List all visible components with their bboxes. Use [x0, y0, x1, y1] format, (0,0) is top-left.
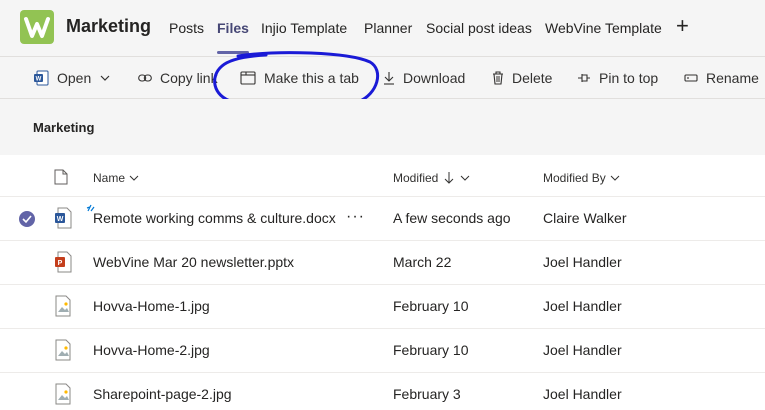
- file-modified: February 3: [393, 386, 461, 402]
- folder-title: Marketing: [33, 120, 95, 135]
- file-modified-by: Joel Handler: [543, 298, 622, 314]
- table-row[interactable]: Sharepoint-page-2.jpg February 3 Joel Ha…: [0, 373, 765, 410]
- file-modified: February 10: [393, 298, 469, 314]
- link-icon: [138, 74, 152, 82]
- svg-text:P: P: [58, 260, 63, 267]
- channel-header: Marketing Posts Files Injio Template Pla…: [0, 0, 765, 57]
- file-name[interactable]: Hovva-Home-2.jpg: [93, 342, 210, 358]
- file-modified: March 22: [393, 254, 452, 270]
- chevron-down-icon: [100, 75, 110, 81]
- download-icon: [384, 72, 394, 85]
- svg-text:W: W: [36, 77, 42, 83]
- download-button[interactable]: Download: [383, 57, 465, 99]
- add-tab-button[interactable]: +: [676, 15, 689, 37]
- file-modified-by: Joel Handler: [543, 386, 622, 402]
- tab-files[interactable]: Files: [217, 20, 249, 54]
- folder-breadcrumb-bar: Marketing: [0, 99, 765, 155]
- file-name[interactable]: WebVine Mar 20 newsletter.pptx: [93, 254, 294, 270]
- file-name[interactable]: Sharepoint-page-2.jpg: [93, 386, 232, 402]
- tab-social-post-ideas[interactable]: Social post ideas: [426, 20, 532, 36]
- delete-label: Delete: [512, 70, 553, 86]
- more-options-button[interactable]: ···: [346, 208, 365, 226]
- rename-icon: [684, 74, 698, 82]
- svg-text:W: W: [57, 216, 64, 223]
- open-label: Open: [57, 70, 92, 86]
- file-type-icon[interactable]: [54, 169, 68, 185]
- tab-webvine-template[interactable]: WebVine Template: [545, 20, 662, 36]
- table-row[interactable]: W Remote working comms & culture.docx ··…: [0, 197, 765, 241]
- image-file-icon: [55, 383, 71, 405]
- open-button[interactable]: W Open: [33, 57, 119, 99]
- table-row[interactable]: P WebVine Mar 20 newsletter.pptx March 2…: [0, 241, 765, 285]
- list-header: Name Modified Modified By: [0, 157, 765, 197]
- column-modified-by[interactable]: Modified By: [543, 171, 620, 185]
- table-row[interactable]: Hovva-Home-2.jpg February 10 Joel Handle…: [0, 329, 765, 373]
- tab-icon: [240, 71, 256, 85]
- table-row[interactable]: Hovva-Home-1.jpg February 10 Joel Handle…: [0, 285, 765, 329]
- file-modified: A few seconds ago: [393, 210, 511, 226]
- webvine-logo-icon: [24, 17, 50, 38]
- pin-to-top-button[interactable]: Pin to top: [577, 57, 658, 99]
- powerpoint-file-icon: P: [55, 251, 72, 273]
- copy-link-label: Copy link: [160, 70, 218, 86]
- column-modified[interactable]: Modified: [393, 171, 470, 185]
- team-name: Marketing: [66, 16, 152, 36]
- column-name[interactable]: Name: [93, 171, 139, 185]
- chevron-down-icon: [461, 175, 470, 181]
- image-file-icon: [55, 295, 71, 317]
- word-icon: W: [34, 70, 49, 86]
- column-modified-label: Modified: [393, 171, 439, 185]
- trash-icon: [493, 71, 503, 85]
- column-name-label: Name: [93, 171, 126, 185]
- copy-link-button[interactable]: Copy link: [138, 57, 218, 99]
- chevron-down-icon: [610, 175, 620, 181]
- file-modified-by: Claire Walker: [543, 210, 627, 226]
- selected-check-icon[interactable]: [19, 211, 35, 227]
- sort-arrow-down-icon: [445, 172, 454, 184]
- tab-planner[interactable]: Planner: [364, 20, 412, 36]
- tab-injio-template[interactable]: Injio Template: [261, 20, 347, 36]
- word-file-icon: W: [55, 207, 72, 229]
- delete-button[interactable]: Delete: [492, 57, 552, 99]
- file-name[interactable]: Hovva-Home-1.jpg: [93, 298, 210, 314]
- chevron-down-icon: [129, 175, 139, 181]
- pin-to-top-label: Pin to top: [599, 70, 659, 86]
- tab-posts[interactable]: Posts: [169, 20, 204, 36]
- rename-button[interactable]: Rename: [684, 57, 759, 99]
- team-logo: [20, 10, 54, 44]
- download-label: Download: [403, 70, 466, 86]
- column-modified-by-label: Modified By: [543, 171, 606, 185]
- pin-icon: [578, 74, 590, 82]
- file-name[interactable]: Remote working comms & culture.docx: [93, 210, 336, 226]
- image-file-icon: [55, 339, 71, 361]
- rename-label: Rename: [706, 70, 759, 86]
- command-bar: W Open Copy link Make this a tab Downloa…: [0, 57, 765, 99]
- file-modified-by: Joel Handler: [543, 254, 622, 270]
- make-tab-label: Make this a tab: [264, 70, 359, 86]
- file-modified: February 10: [393, 342, 469, 358]
- file-modified-by: Joel Handler: [543, 342, 622, 358]
- make-tab-button[interactable]: Make this a tab: [240, 57, 359, 99]
